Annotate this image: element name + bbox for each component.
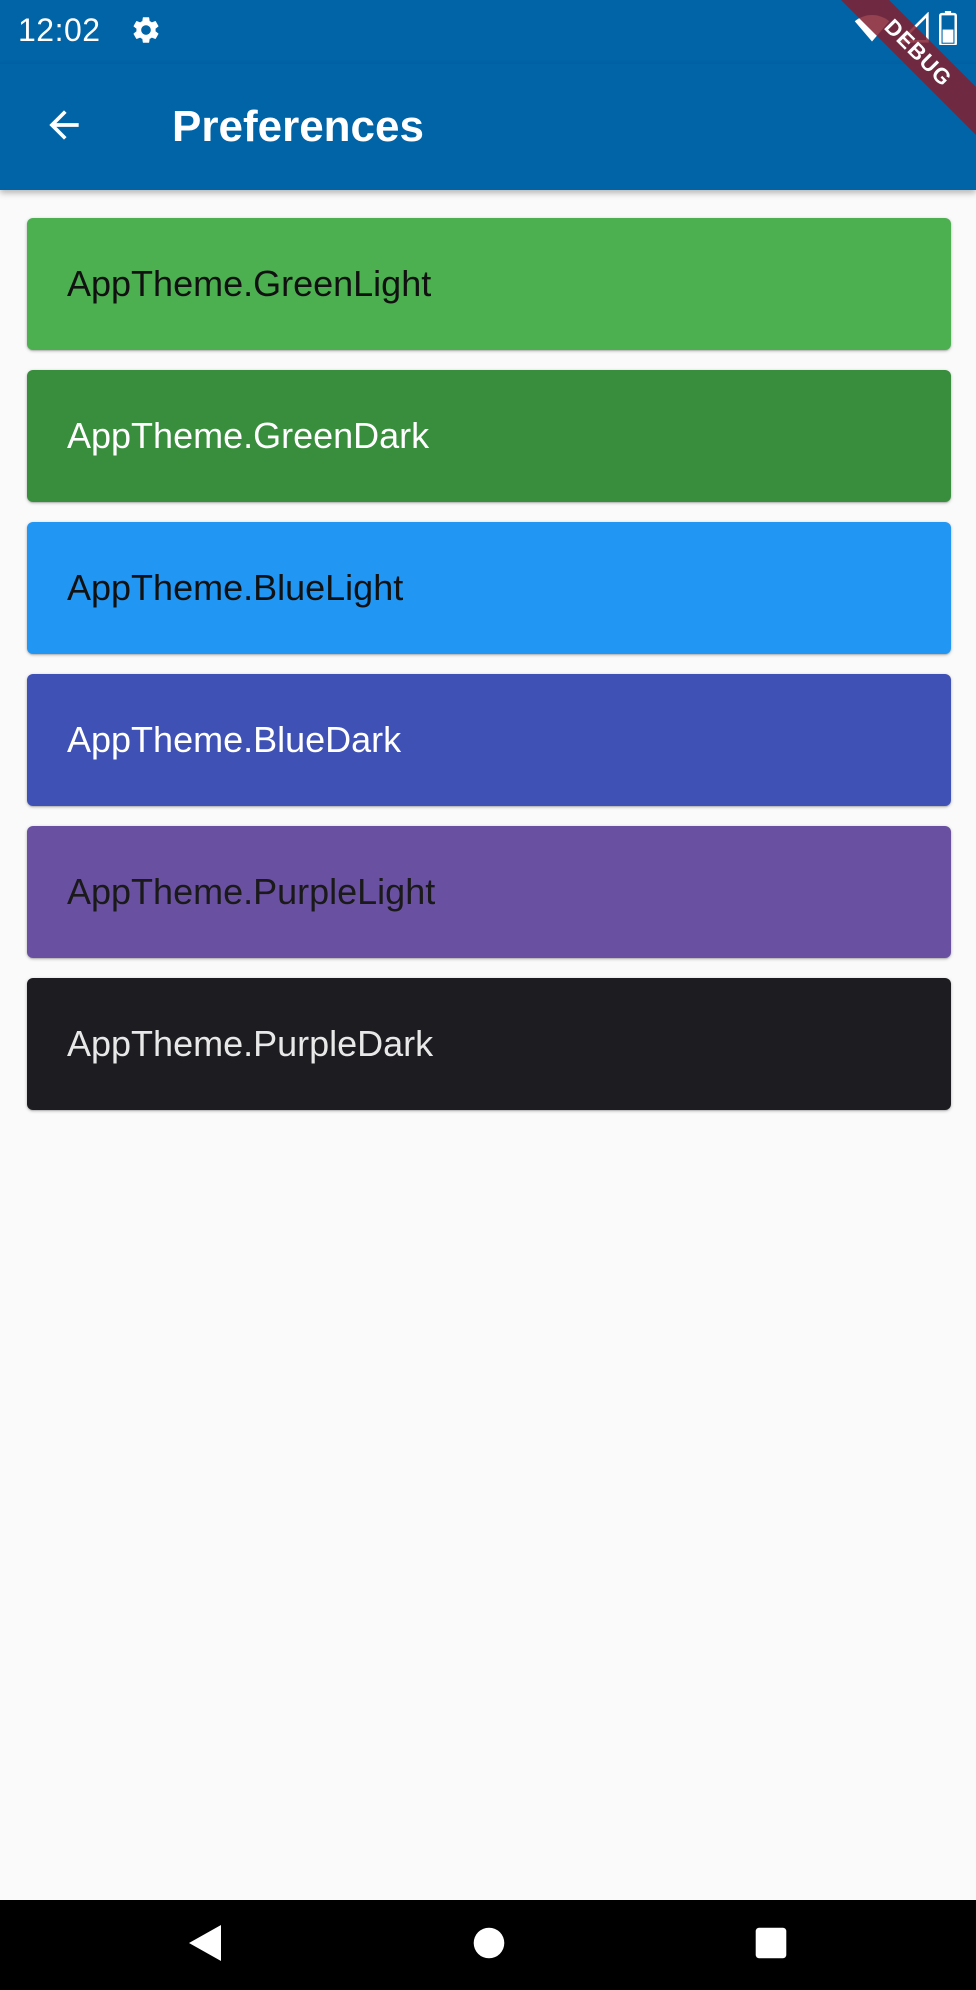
signal-icon: [897, 10, 930, 49]
page-title: Preferences: [172, 102, 424, 151]
theme-label: AppTheme.BlueLight: [67, 567, 404, 608]
status-time: 12:02: [18, 12, 101, 48]
arrow-back-icon: [42, 103, 86, 152]
nav-home-button[interactable]: [464, 1920, 514, 1970]
back-button[interactable]: [36, 99, 92, 155]
app-bar: Preferences: [0, 64, 976, 190]
theme-card-blue-dark[interactable]: AppTheme.BlueDark: [27, 674, 951, 806]
status-bar: 12:02: [0, 0, 976, 64]
wifi-icon: [854, 12, 890, 49]
theme-card-blue-light[interactable]: AppTheme.BlueLight: [27, 522, 951, 654]
settings-icon: [130, 14, 162, 46]
theme-label: AppTheme.PurpleDark: [67, 1023, 434, 1064]
nav-recents-icon: [754, 1926, 788, 1965]
theme-label: AppTheme.GreenDark: [67, 415, 430, 456]
theme-card-purple-dark[interactable]: AppTheme.PurpleDark: [27, 978, 951, 1110]
theme-card-green-light[interactable]: AppTheme.GreenLight: [27, 218, 951, 350]
battery-icon: [938, 10, 958, 50]
theme-card-green-dark[interactable]: AppTheme.GreenDark: [27, 370, 951, 502]
nav-home-icon: [472, 1926, 506, 1965]
nav-recents-button[interactable]: [746, 1920, 796, 1970]
status-icons: [854, 10, 958, 50]
theme-label: AppTheme.GreenLight: [67, 263, 432, 304]
theme-card-purple-light[interactable]: AppTheme.PurpleLight: [27, 826, 951, 958]
nav-back-icon: [187, 1923, 223, 1968]
theme-label: AppTheme.BlueDark: [67, 719, 402, 760]
theme-label: AppTheme.PurpleLight: [67, 871, 436, 912]
theme-list: AppTheme.GreenLight AppTheme.GreenDark A…: [27, 218, 951, 1130]
system-nav-bar: [0, 1900, 976, 1990]
nav-back-button[interactable]: [180, 1920, 230, 1970]
